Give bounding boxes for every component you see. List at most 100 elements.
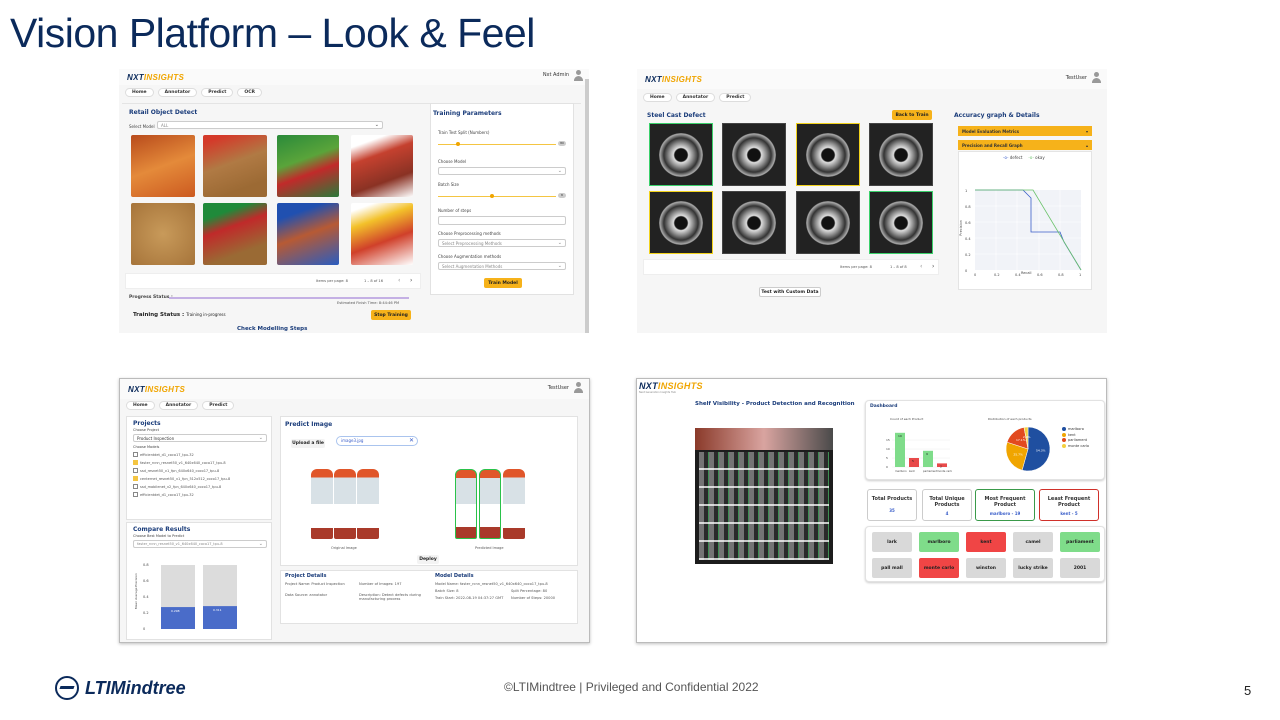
check-modelling-link[interactable]: Check Modelling Steps (237, 326, 307, 332)
items-per-page[interactable]: Items per page: 8 (316, 279, 348, 283)
checkbox-icon[interactable] (133, 476, 138, 481)
scrollbar[interactable] (585, 79, 589, 333)
model-checkbox-item[interactable]: faster_rcnn_resnet50_v1_640x640_coco17_t… (133, 460, 265, 465)
tab-home[interactable]: Home (643, 93, 672, 102)
batch-slider[interactable]: 8 (438, 193, 566, 198)
tab-home[interactable]: Home (126, 401, 155, 410)
steps-input[interactable] (438, 216, 566, 225)
test-custom-data-button[interactable]: Test with Custom Data (759, 287, 821, 297)
cast-image[interactable] (796, 123, 860, 186)
best-model-dropdown[interactable]: faster_rcnn_resnet50_v1_640x640_coco17_t… (133, 540, 267, 548)
page-range: 1 – 8 of 16 (364, 279, 383, 283)
legend-label: monte carlo (1068, 443, 1090, 448)
brand-tile[interactable]: marlboro (919, 532, 959, 552)
product-image[interactable] (277, 203, 339, 265)
product-image[interactable] (277, 135, 339, 197)
cast-image[interactable] (649, 123, 713, 186)
stat-title: Most Frequent Product (984, 496, 1026, 508)
cast-image[interactable] (722, 123, 786, 186)
product-image[interactable] (351, 203, 413, 265)
tab-annotator[interactable]: Annotator (158, 401, 199, 410)
model-checkbox-item[interactable]: efficientdet_d1_coco17_tpu-32 (133, 492, 265, 497)
split-slider[interactable]: 80 (438, 141, 566, 146)
tab-annotator[interactable]: Annotator (675, 93, 716, 102)
model-checklist: efficientdet_d1_coco17_tpu-32 faster_rcnn… (133, 452, 265, 497)
avatar-icon[interactable] (573, 70, 583, 82)
slider-knob[interactable] (490, 194, 494, 198)
stop-training-button[interactable]: Stop Training (371, 310, 411, 320)
product-image[interactable] (203, 203, 267, 265)
upload-button[interactable]: Upload a file (291, 439, 325, 448)
pie-legend-item[interactable]: monte carlo (1062, 443, 1090, 448)
checkbox-icon[interactable] (133, 452, 138, 457)
pr-label: Precision and Recall Graph (962, 142, 1023, 148)
tab-annotator[interactable]: Annotator (157, 88, 198, 97)
avatar-icon[interactable] (573, 382, 583, 394)
train-model-button[interactable]: Train Model (484, 278, 522, 288)
app-logo[interactable]: NXTINSIGHTS (645, 75, 702, 84)
product-image[interactable] (131, 203, 195, 265)
brand-tile[interactable]: camel (1013, 532, 1053, 552)
checkbox-icon[interactable] (133, 484, 138, 489)
shelf-photo[interactable] (695, 428, 833, 564)
tab-predict[interactable]: Predict (202, 401, 235, 410)
project-dropdown[interactable]: Product Inspection ⌄ (133, 434, 267, 442)
cast-image[interactable] (649, 191, 713, 254)
cast-image[interactable] (796, 191, 860, 254)
model-checkbox-item[interactable]: ssd_resnet50_v1_fpn_640x640_coco17_tpu-8 (133, 468, 265, 473)
next-page-icon[interactable]: › (932, 263, 934, 270)
brand-tile[interactable]: 2001 (1060, 558, 1100, 578)
model-checkbox-item[interactable]: ssd_mobilenet_v2_fpn_640x640_coco17_tpu-… (133, 484, 265, 489)
tab-ocr[interactable]: OCR (237, 88, 262, 97)
aug-dropdown[interactable]: Select Augmentation Methods ⌄ (438, 262, 566, 270)
app-logo[interactable]: NXTINSIGHTS (128, 385, 185, 394)
preproc-dropdown[interactable]: Select Preprocessing Methods ⌄ (438, 239, 566, 247)
original-image[interactable] (307, 459, 381, 541)
brand-tile[interactable]: lucky strike (1013, 558, 1053, 578)
metrics-accordion[interactable]: Model Evaluation Metrics ▾ (958, 126, 1092, 136)
pie-legend-item[interactable]: parliament (1062, 438, 1089, 442)
tab-home[interactable]: Home (125, 88, 154, 97)
checkbox-icon[interactable] (133, 492, 138, 497)
items-per-page[interactable]: Items per page: 8 (840, 265, 872, 269)
prev-page-icon[interactable]: ‹ (398, 277, 400, 284)
tab-predict[interactable]: Predict (201, 88, 234, 97)
select-model-dropdown[interactable]: ALL ⌄ (157, 121, 383, 129)
choose-model-dropdown[interactable]: ⌄ (438, 167, 566, 175)
pie-legend-item[interactable]: kent (1062, 432, 1089, 437)
file-chip[interactable]: image3.jpg ✕ (336, 436, 418, 446)
brand-tile[interactable]: winston (966, 558, 1006, 578)
deploy-button[interactable]: Deploy (417, 555, 439, 564)
cast-image[interactable] (869, 123, 933, 186)
brand-tile[interactable]: monte carlo (919, 558, 959, 578)
model-checkbox-item[interactable]: centernet_resnet50_v1_fpn_512x512_coco17… (133, 476, 265, 481)
y-tick-label: 0.8 (143, 563, 149, 567)
model-checkbox-item[interactable]: efficientdet_d1_coco17_tpu-32 (133, 452, 265, 457)
tab-predict[interactable]: Predict (719, 93, 752, 102)
app-logo[interactable]: NXTINSIGHTS (127, 73, 184, 82)
app-logo[interactable]: NXTINSIGHTS (639, 381, 703, 391)
brand-tile[interactable]: parliament (1060, 532, 1100, 552)
slider-knob[interactable] (456, 142, 460, 146)
product-image[interactable] (131, 135, 195, 197)
cast-image[interactable] (869, 191, 933, 254)
predicted-image[interactable] (451, 459, 527, 541)
next-page-icon[interactable]: › (410, 277, 412, 284)
close-icon[interactable]: ✕ (409, 437, 414, 444)
copyright: ©LTIMindtree | Privileged and Confidenti… (504, 680, 759, 694)
product-image[interactable] (203, 135, 267, 197)
model-name: ssd_mobilenet_v2_fpn_640x640_coco17_tpu-… (140, 484, 222, 489)
pr-accordion[interactable]: Precision and Recall Graph ▴ (958, 140, 1092, 150)
stat-value: kent - 5 (1060, 511, 1078, 516)
prev-page-icon[interactable]: ‹ (920, 263, 922, 270)
product-image[interactable] (351, 135, 413, 197)
brand-tile[interactable]: kent (966, 532, 1006, 552)
brand-tile[interactable]: lark (872, 532, 912, 552)
avatar-icon[interactable] (1091, 72, 1101, 84)
pie-legend-item[interactable]: marlboro (1062, 427, 1089, 431)
brand-tile[interactable]: pall mall (872, 558, 912, 578)
cast-image[interactable] (722, 191, 786, 254)
back-to-train-button[interactable]: Back to Train (892, 110, 932, 120)
checkbox-icon[interactable] (133, 460, 138, 465)
checkbox-icon[interactable] (133, 468, 138, 473)
